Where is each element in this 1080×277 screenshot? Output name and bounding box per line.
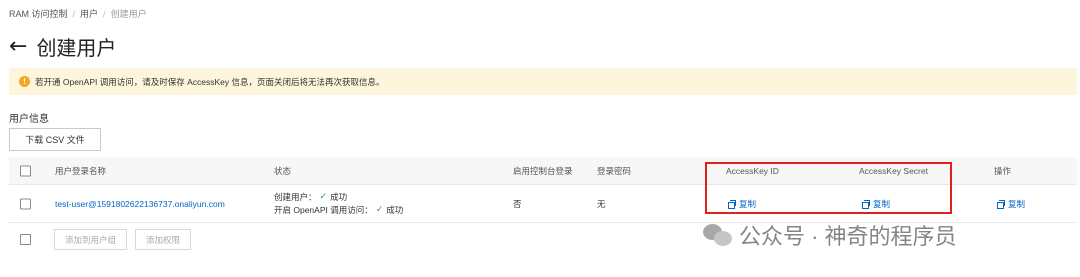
status-cell: 创建用户： ✓ 成功 开启 OpenAPI 调用访问： ✓ 成功: [274, 191, 403, 217]
user-login-name-link[interactable]: test-user@1591802622136737.onaliyun.com: [55, 199, 225, 209]
select-all-checkbox[interactable]: [20, 165, 31, 176]
copy-label: 复制: [739, 198, 757, 209]
breadcrumb-separator: /: [103, 8, 106, 19]
breadcrumb-item-current: 创建用户: [110, 9, 147, 19]
table-footer: 添加到用户组 添加权限: [9, 229, 192, 250]
watermark-text: 公众号 · 神奇的程序员: [739, 224, 957, 249]
status-openapi-access: 开启 OpenAPI 调用访问： ✓ 成功: [274, 204, 403, 217]
breadcrumb-item-users[interactable]: 用户: [80, 7, 98, 20]
copy-icon: [997, 199, 1005, 209]
back-arrow-icon[interactable]: ←: [9, 35, 27, 58]
add-to-group-button[interactable]: 添加到用户组: [54, 229, 128, 250]
copy-access-key-id-button[interactable]: 复制: [728, 198, 756, 210]
status-label: 创建用户：: [274, 191, 317, 202]
status-create-user: 创建用户： ✓ 成功: [274, 191, 403, 204]
column-header-access-key-secret: AccessKey Secret: [859, 165, 928, 176]
page-header: ← 创建用户: [9, 32, 116, 61]
add-permission-button[interactable]: 添加权限: [135, 229, 192, 250]
alert-text: 若开通 OpenAPI 调用访问，请及时保存 AccessKey 信息，页面关闭…: [35, 76, 385, 87]
column-header-operation: 操作: [994, 165, 1012, 176]
copy-label: 复制: [873, 198, 891, 209]
column-header-console-login: 启用控制台登录: [513, 165, 573, 176]
copy-icon: [862, 199, 870, 209]
copy-label: 复制: [1008, 198, 1026, 209]
password-value: 无: [597, 198, 606, 209]
page-title: 创建用户: [36, 38, 117, 60]
status-value: 成功: [330, 191, 348, 202]
user-table: 用户登录名称 状态 启用控制台登录 登录密码 AccessKey ID Acce…: [9, 157, 1077, 223]
footer-select-all-checkbox[interactable]: [20, 234, 31, 245]
wechat-icon: [703, 222, 733, 248]
warning-alert: ! 若开通 OpenAPI 调用访问，请及时保存 AccessKey 信息，页面…: [9, 68, 1077, 95]
row-checkbox[interactable]: [20, 198, 31, 209]
copy-operation-button[interactable]: 复制: [997, 198, 1025, 210]
breadcrumb-item-ram[interactable]: RAM 访问控制: [9, 7, 68, 20]
download-csv-button[interactable]: 下载 CSV 文件: [9, 128, 101, 151]
breadcrumb-separator: /: [72, 8, 76, 19]
breadcrumb: RAM 访问控制 / 用户 / 创建用户: [9, 7, 147, 20]
watermark: 公众号 · 神奇的程序员: [703, 219, 957, 251]
check-icon: ✓: [319, 191, 328, 202]
column-header-login-name: 用户登录名称: [55, 165, 107, 176]
table-header: 用户登录名称 状态 启用控制台登录 登录密码 AccessKey ID Acce…: [9, 157, 1077, 185]
table-row: test-user@1591802622136737.onaliyun.com …: [9, 185, 1077, 223]
warning-icon: !: [19, 76, 30, 87]
console-login-value: 否: [513, 198, 522, 209]
section-title: 用户信息: [9, 114, 49, 125]
status-value: 成功: [386, 204, 404, 215]
column-header-access-key-id: AccessKey ID: [726, 165, 779, 176]
check-icon: ✓: [375, 204, 384, 215]
column-header-password: 登录密码: [597, 165, 632, 176]
status-label: 开启 OpenAPI 调用访问：: [274, 204, 373, 215]
copy-access-key-secret-button[interactable]: 复制: [862, 198, 890, 210]
column-header-status: 状态: [274, 165, 292, 176]
copy-icon: [728, 199, 736, 209]
